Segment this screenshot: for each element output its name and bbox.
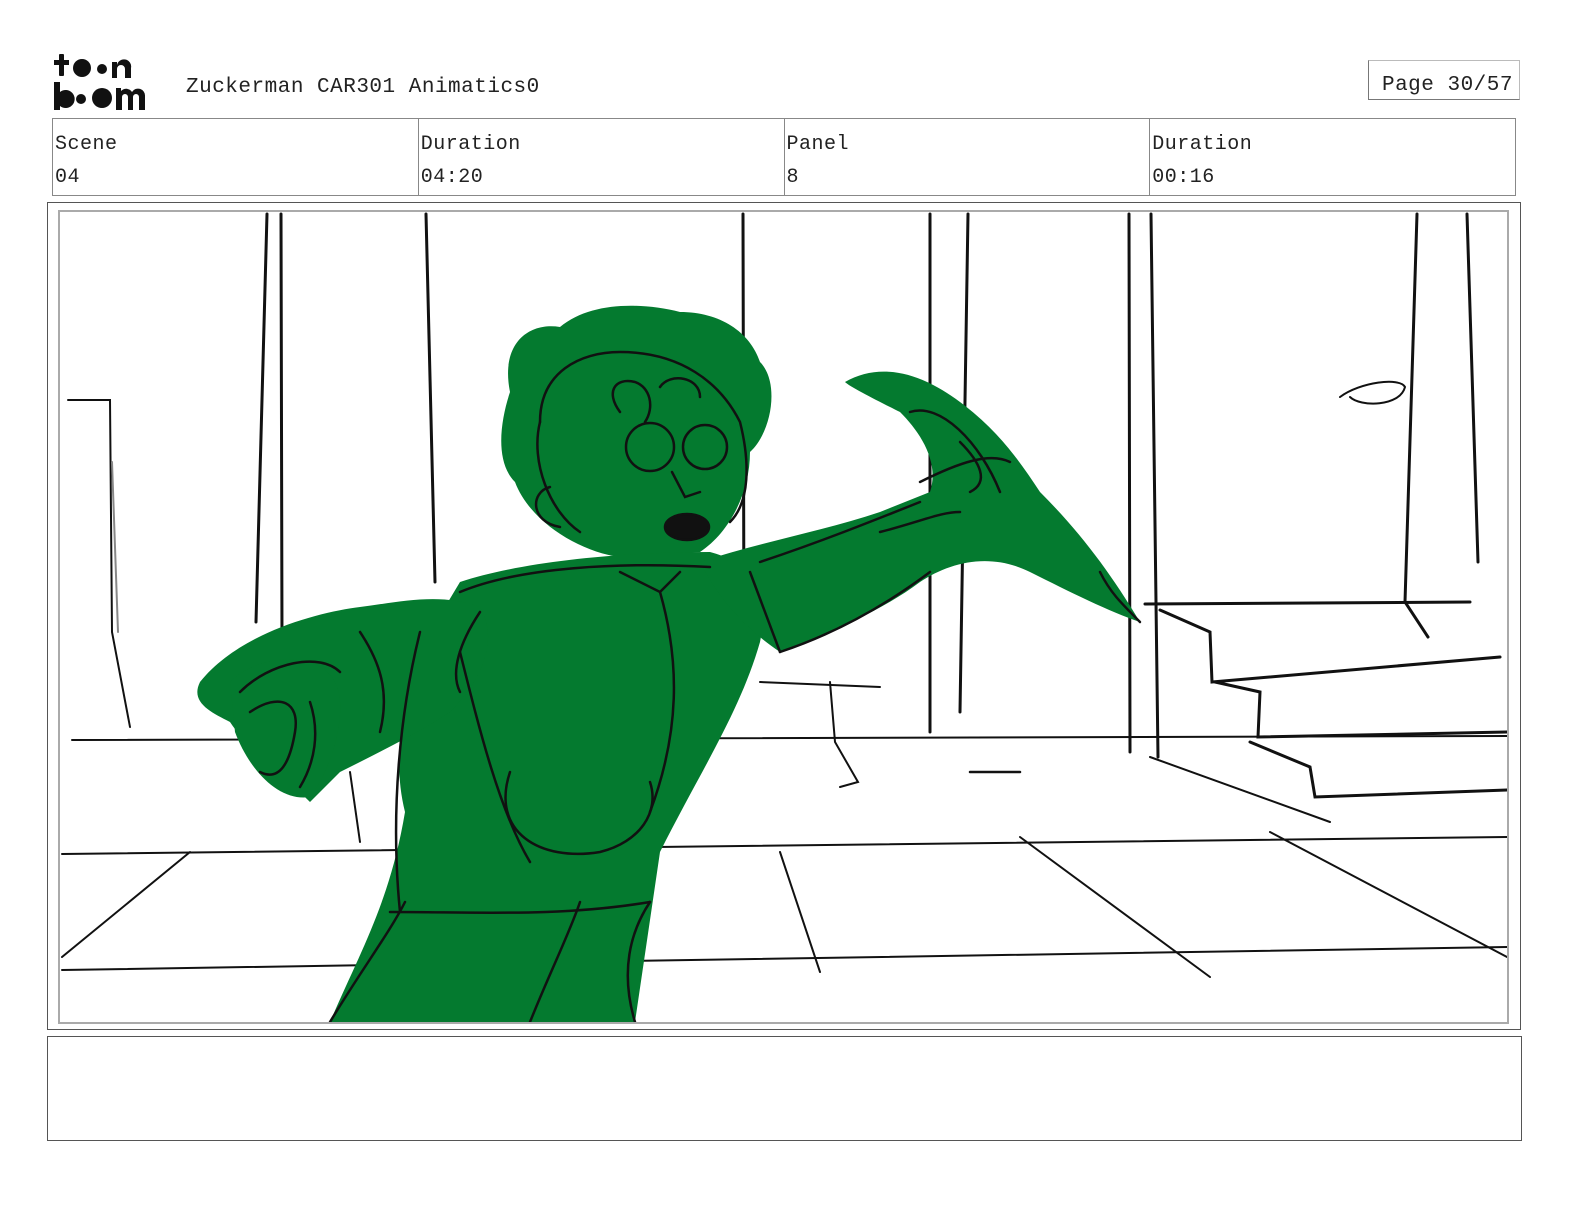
panel-duration-label: Duration <box>1152 133 1253 156</box>
panel-cell: Panel 8 <box>785 119 1151 195</box>
scene-label: Scene <box>55 133 118 156</box>
panel-duration-cell: Duration 00:16 <box>1150 119 1515 195</box>
scene-info-table: Scene 04 Duration 04:20 Panel 8 Duration… <box>52 118 1516 196</box>
scene-cell: Scene 04 <box>53 119 419 195</box>
character-figure <box>197 305 1140 1022</box>
document-title: Zuckerman CAR301 Animatics0 <box>186 76 540 99</box>
toon-boom-logo <box>54 54 146 110</box>
scene-duration-cell: Duration 04:20 <box>419 119 785 195</box>
panel-value: 8 <box>786 166 800 189</box>
page-indicator-box: Page 30/57 <box>1368 60 1520 100</box>
sketch-drawing <box>61 212 1507 1022</box>
panel-duration-value: 00:16 <box>1152 166 1215 189</box>
scene-duration-value: 04:20 <box>420 166 484 189</box>
scene-duration-label: Duration <box>420 133 521 156</box>
panel-notes-box <box>47 1036 1522 1141</box>
page-number: Page 30/57 <box>1381 74 1513 97</box>
scene-value: 04 <box>55 166 81 189</box>
storyboard-panel-image <box>58 210 1509 1024</box>
panel-label: Panel <box>786 133 850 156</box>
